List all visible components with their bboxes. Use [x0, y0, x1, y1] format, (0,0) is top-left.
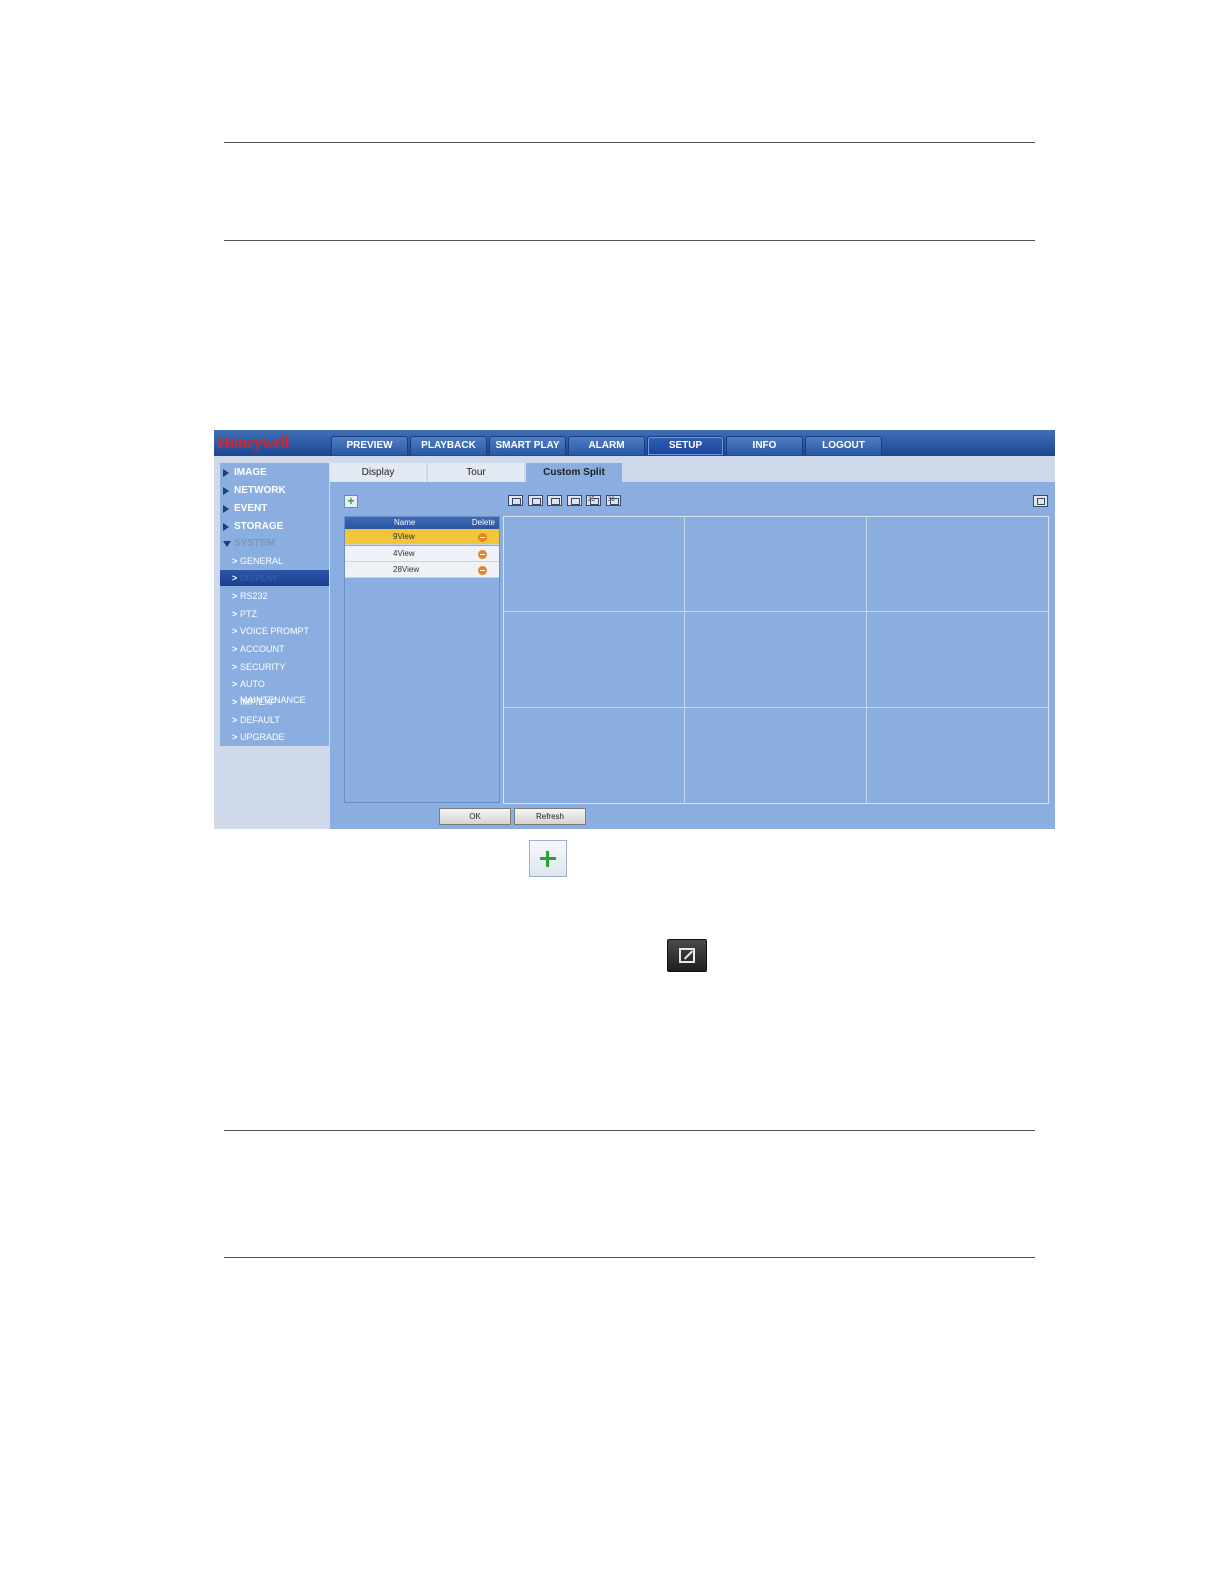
top-rule-2	[224, 240, 1035, 241]
setup-sidebar: IMAGE NETWORK EVENT STORAGE SYSTEM > GENE…	[220, 463, 329, 746]
top-navigation-bar: Honeywell PREVIEW PLAYBACK SMART PLAY AL…	[214, 430, 1055, 456]
split-cell[interactable]	[685, 612, 867, 708]
sidebar-subitem-auto-maintenance[interactable]: > AUTO MAINTENANCE	[220, 676, 329, 705]
split-8-icon[interactable]	[547, 495, 562, 506]
sidebar-item-label: STORAGE	[234, 521, 284, 532]
triangle-right-icon	[223, 487, 229, 495]
sidebar-item-label: SYSTEM	[234, 538, 276, 549]
chevron-right-icon: >	[232, 715, 238, 725]
nav-playback[interactable]: PLAYBACK	[410, 436, 487, 455]
column-name: Name	[394, 518, 416, 527]
sidebar-item-network[interactable]: NETWORK	[220, 482, 329, 499]
tab-custom-split[interactable]: Custom Split	[526, 463, 622, 482]
sidebar-subitem-rs232[interactable]: > RS232	[220, 588, 329, 604]
sidebar-item-label: NETWORK	[234, 485, 286, 496]
sidebar-item-label: EVENT	[234, 503, 268, 514]
sidebar-subitem-account[interactable]: > ACCOUNT	[220, 641, 329, 657]
split-list: Name Delete 9View 4View 28View	[344, 516, 500, 803]
honeywell-logo: Honeywell	[217, 433, 290, 452]
split-cell[interactable]	[866, 517, 1048, 613]
edit-icon	[667, 939, 707, 972]
chevron-right-icon: >	[232, 732, 238, 742]
add-icon	[529, 840, 567, 877]
delete-icon[interactable]	[478, 566, 487, 575]
delete-icon[interactable]	[478, 550, 487, 559]
plus-icon: +	[347, 494, 355, 508]
sidebar-subitem-ptz[interactable]: > PTZ	[220, 606, 329, 622]
chevron-right-icon: >	[232, 591, 238, 601]
tab-bar: Display Tour Custom Split	[330, 463, 1055, 482]
triangle-down-icon	[223, 541, 231, 547]
sidebar-subitem-imp-exp[interactable]: > IMP/EXP	[220, 694, 329, 710]
chevron-right-icon: >	[232, 644, 238, 654]
nav-alarm[interactable]: ALARM	[568, 436, 645, 455]
edit-split-icon[interactable]	[1033, 495, 1048, 507]
split-cell[interactable]	[504, 517, 686, 613]
nav-setup[interactable]: SETUP	[647, 436, 724, 455]
list-item[interactable]: 9View	[345, 529, 499, 545]
list-item[interactable]: 28View	[345, 562, 499, 578]
triangle-right-icon	[223, 523, 229, 531]
bottom-rule-2	[224, 1257, 1035, 1258]
split-cell[interactable]	[685, 707, 867, 803]
sidebar-item-system[interactable]: SYSTEM	[220, 535, 329, 552]
refresh-button[interactable]: Refresh	[514, 808, 586, 825]
triangle-right-icon	[223, 505, 229, 513]
chevron-right-icon: >	[232, 609, 238, 619]
nav-smart-play[interactable]: SMART PLAY	[489, 436, 566, 455]
sidebar-item-image[interactable]: IMAGE	[220, 464, 329, 481]
tab-tour[interactable]: Tour	[428, 463, 524, 482]
chevron-right-icon: >	[232, 697, 238, 707]
sidebar-subitem-upgrade[interactable]: > UPGRADE	[220, 729, 329, 745]
split-cell[interactable]	[867, 708, 1048, 803]
custom-split-panel: + 25 36 Name Delete 9View 4View 28View O…	[330, 482, 1055, 829]
chevron-right-icon: >	[232, 556, 238, 566]
chevron-right-icon: >	[232, 679, 238, 689]
sidebar-subitem-security[interactable]: > SECURITY	[220, 659, 329, 675]
sidebar-subitem-default[interactable]: > DEFAULT	[220, 712, 329, 728]
chevron-right-icon: >	[232, 573, 238, 583]
sidebar-item-label: IMAGE	[234, 467, 267, 478]
split-cell[interactable]	[685, 517, 867, 613]
sidebar-subitem-voice-prompt[interactable]: > VOICE PROMPT	[220, 623, 329, 639]
split-25-icon[interactable]: 25	[586, 495, 601, 506]
dvr-setup-window: Honeywell PREVIEW PLAYBACK SMART PLAY AL…	[214, 430, 1055, 829]
triangle-right-icon	[223, 469, 229, 477]
sidebar-item-storage[interactable]: STORAGE	[220, 518, 329, 535]
nav-logout[interactable]: LOGOUT	[805, 436, 882, 455]
add-split-button[interactable]: +	[344, 495, 358, 508]
split-preview-grid[interactable]	[503, 516, 1049, 804]
sidebar-item-event[interactable]: EVENT	[220, 500, 329, 517]
split-9-icon[interactable]	[567, 495, 582, 506]
plus-bar-vertical	[546, 851, 549, 867]
top-rule-1	[224, 142, 1035, 143]
split-6-icon[interactable]	[528, 495, 543, 506]
split-cell[interactable]	[504, 707, 686, 803]
list-header: Name Delete	[345, 517, 499, 529]
ok-button[interactable]: OK	[439, 808, 511, 825]
nav-info[interactable]: INFO	[726, 436, 803, 455]
nav-preview[interactable]: PREVIEW	[331, 436, 408, 455]
sidebar-subitem-display[interactable]: > DISPLAY	[220, 570, 329, 586]
chevron-right-icon: >	[232, 662, 238, 672]
tab-display[interactable]: Display	[330, 463, 426, 482]
bottom-rule-1	[224, 1130, 1035, 1131]
split-36-icon[interactable]: 36	[606, 495, 621, 506]
list-item[interactable]: 4View	[345, 546, 499, 562]
split-4-icon[interactable]	[508, 495, 523, 506]
chevron-right-icon: >	[232, 626, 238, 636]
column-delete: Delete	[471, 518, 495, 527]
delete-icon[interactable]	[478, 533, 487, 542]
split-cell[interactable]	[504, 612, 686, 708]
sidebar-subitem-general[interactable]: > GENERAL	[220, 553, 329, 569]
split-cell[interactable]	[866, 612, 1048, 708]
